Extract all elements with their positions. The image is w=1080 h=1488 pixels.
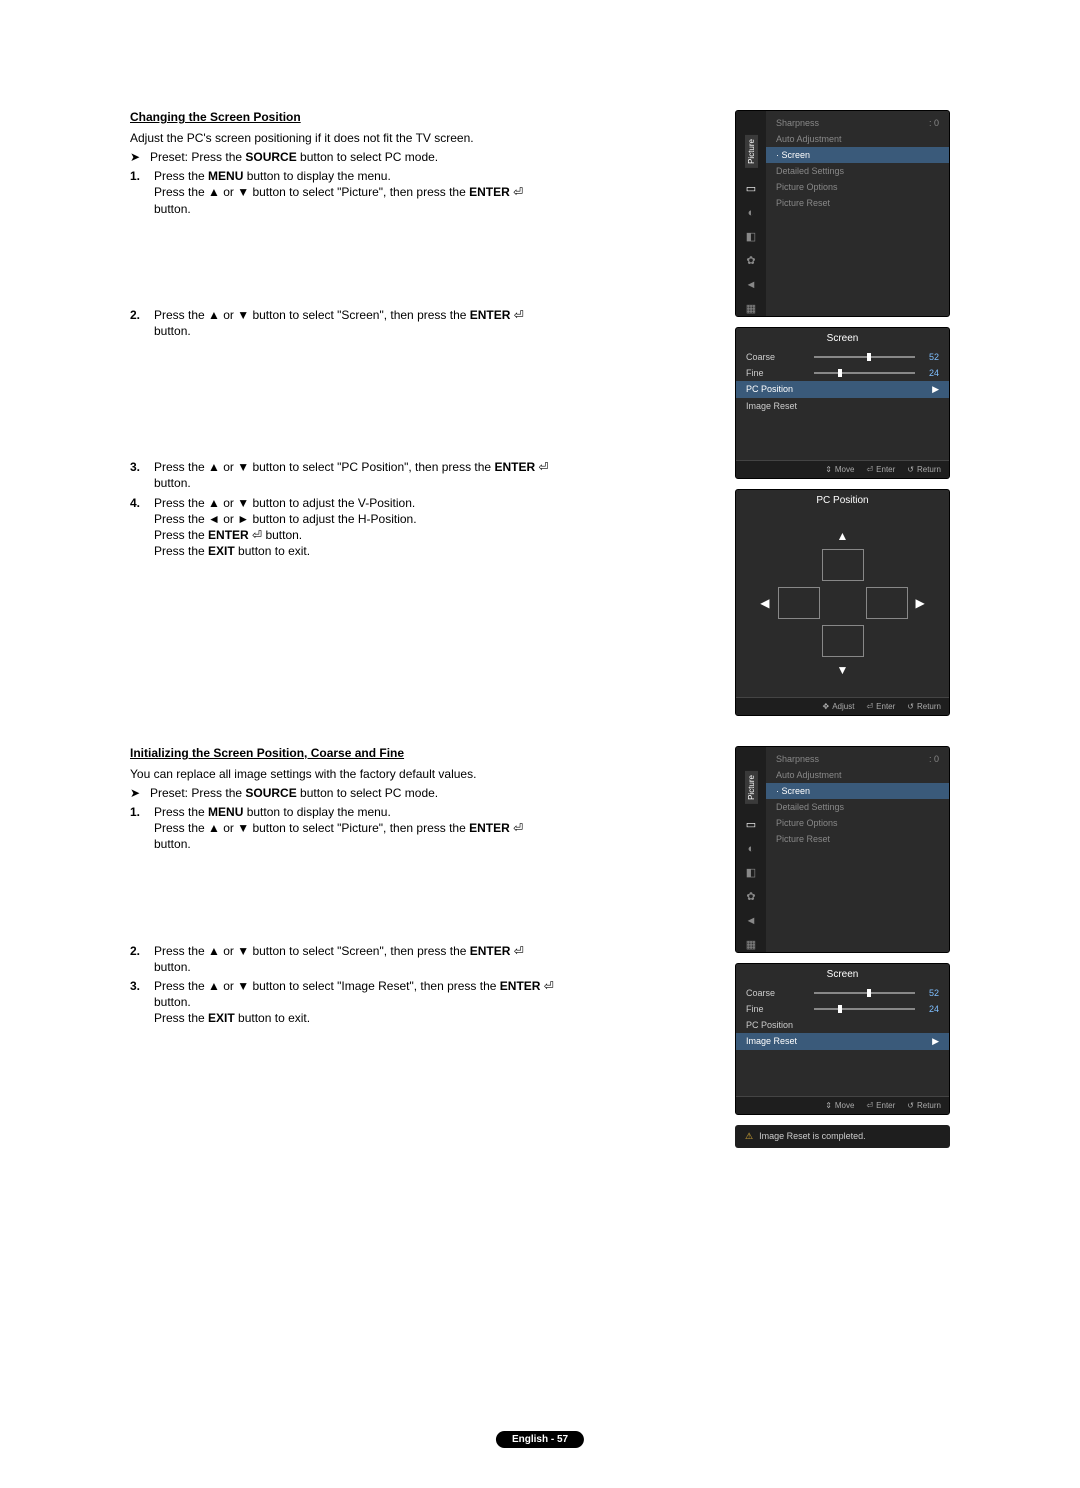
- osd-item-picture-options[interactable]: Picture Options: [766, 815, 949, 831]
- osd-item-auto-adjustment[interactable]: Auto Adjustment: [766, 767, 949, 783]
- section2-step3: 3. Press the ▲ or ▼ button to select "Im…: [130, 978, 590, 1027]
- channel-icon[interactable]: ◧: [744, 230, 758, 244]
- picture-icon[interactable]: ▭: [744, 818, 758, 832]
- app-icon[interactable]: ▦: [744, 302, 758, 316]
- section1-step2: 2. Press the ▲ or ▼ button to select "Sc…: [130, 307, 590, 339]
- input-icon[interactable]: ◄: [744, 914, 758, 928]
- slider-track[interactable]: [814, 992, 915, 994]
- section2-step1: 1. Press the MENU button to display the …: [130, 804, 590, 853]
- arrow-left-icon[interactable]: ◀: [760, 596, 769, 610]
- arrow-right-icon[interactable]: ▶: [916, 596, 925, 610]
- enter-icon: ⏎: [514, 944, 524, 958]
- enter-icon: ⏎: [514, 308, 524, 322]
- osd-fine-slider[interactable]: Fine 24: [736, 1001, 949, 1017]
- osd-screen-title: Screen: [736, 964, 949, 983]
- pcpos-left-rect: [778, 587, 820, 619]
- preset-arrow-icon: ➤: [130, 150, 150, 164]
- channel-icon[interactable]: ◧: [744, 866, 758, 880]
- osd-image-reset[interactable]: Image Reset: [736, 398, 949, 414]
- app-icon[interactable]: ▦: [744, 938, 758, 952]
- osd-image-reset[interactable]: Image Reset ▶: [736, 1033, 949, 1050]
- osd-footer: Move Enter Return: [736, 1096, 949, 1114]
- input-icon[interactable]: ◄: [744, 278, 758, 292]
- section2-step2: 2. Press the ▲ or ▼ button to select "Sc…: [130, 943, 590, 975]
- osd-picture-menu-2: Picture ▭ ◐ ◧ ✿ ◄ ▦ Sharpness: 0 Auto Ad…: [735, 746, 950, 953]
- section1-step3: 3. Press the ▲ or ▼ button to select "PC…: [130, 459, 590, 491]
- section2-preset: ➤ Preset: Press the SOURCE button to sel…: [130, 786, 590, 800]
- osd-item-sharpness[interactable]: Sharpness: 0: [766, 751, 949, 767]
- chevron-right-icon: ▶: [932, 384, 939, 395]
- setup-icon[interactable]: ✿: [744, 890, 758, 904]
- slider-track[interactable]: [814, 356, 915, 358]
- osd-footer: Move Enter Return: [736, 460, 949, 478]
- osd-pc-position[interactable]: PC Position ▶: [736, 381, 949, 398]
- osd-screen-menu-2: Screen Coarse 52 Fine 24 PC Position: [735, 963, 950, 1115]
- pcpos-top-rect: [822, 549, 864, 581]
- enter-icon: ⏎: [513, 185, 523, 199]
- osd-picture-menu-1: Picture ▭ ◐ ◧ ✿ ◄ ▦ Sharpness: 0 Auto Ad…: [735, 110, 950, 317]
- osd-item-picture-options[interactable]: Picture Options: [766, 179, 949, 195]
- osd-screen-menu-1: Screen Coarse 52 Fine 24 PC Position ▶: [735, 327, 950, 479]
- slider-knob[interactable]: [838, 1005, 842, 1013]
- osd-item-picture-reset[interactable]: Picture Reset: [766, 195, 949, 211]
- warning-icon: ⚠: [745, 1131, 753, 1142]
- section1-step1: 1. Press the MENU button to display the …: [130, 168, 590, 217]
- section-initializing: Initializing the Screen Position, Coarse…: [130, 746, 950, 1148]
- sound-icon[interactable]: ◐: [744, 842, 758, 856]
- osd-item-screen[interactable]: Screen: [766, 783, 949, 799]
- osd-screen-title: Screen: [736, 328, 949, 347]
- manual-page: Changing the Screen Position Adjust the …: [0, 0, 1080, 1488]
- osd-item-picture-reset[interactable]: Picture Reset: [766, 831, 949, 847]
- toast-image-reset-completed: ⚠ Image Reset is completed.: [735, 1125, 950, 1148]
- arrow-down-icon[interactable]: ▼: [837, 663, 849, 677]
- osd-sidebar: Picture ▭ ◐ ◧ ✿ ◄ ▦: [736, 111, 766, 316]
- slider-track[interactable]: [814, 1008, 915, 1010]
- section1-intro: Adjust the PC's screen positioning if it…: [130, 130, 590, 146]
- page-number: English - 57: [496, 1431, 584, 1448]
- enter-icon: ⏎: [544, 979, 554, 993]
- osd-pcpos-title: PC Position: [736, 490, 949, 509]
- preset-arrow-icon: ➤: [130, 786, 150, 800]
- slider-knob[interactable]: [867, 989, 871, 997]
- section2-title: Initializing the Screen Position, Coarse…: [130, 746, 590, 760]
- osd-pc-position-panel: PC Position ▲ ◀ ▶ ▼: [735, 489, 950, 716]
- enter-icon: ⏎: [252, 528, 262, 542]
- pcpos-bottom-rect: [822, 625, 864, 657]
- preset-text: Preset: Press the SOURCE button to selec…: [150, 150, 438, 164]
- osd-item-auto-adjustment[interactable]: Auto Adjustment: [766, 131, 949, 147]
- osd-tab-picture[interactable]: Picture: [745, 135, 758, 168]
- slider-track[interactable]: [814, 372, 915, 374]
- osd-pc-position[interactable]: PC Position: [736, 1017, 949, 1033]
- enter-icon: ⏎: [538, 460, 548, 474]
- slider-knob[interactable]: [838, 369, 842, 377]
- section2-intro: You can replace all image settings with …: [130, 766, 590, 782]
- setup-icon[interactable]: ✿: [744, 254, 758, 268]
- sound-icon[interactable]: ◐: [744, 206, 758, 220]
- osd-item-detailed-settings[interactable]: Detailed Settings: [766, 799, 949, 815]
- picture-icon[interactable]: ▭: [744, 182, 758, 196]
- osd-coarse-slider[interactable]: Coarse 52: [736, 985, 949, 1001]
- slider-knob[interactable]: [867, 353, 871, 361]
- chevron-right-icon: ▶: [932, 1036, 939, 1047]
- osd-item-detailed-settings[interactable]: Detailed Settings: [766, 163, 949, 179]
- section1-preset: ➤ Preset: Press the SOURCE button to sel…: [130, 150, 590, 164]
- section1-title: Changing the Screen Position: [130, 110, 590, 124]
- enter-icon: ⏎: [513, 821, 523, 835]
- section1-step4: 4. Press the ▲ or ▼ button to adjust the…: [130, 495, 590, 560]
- osd-footer: Adjust Enter Return: [736, 697, 949, 715]
- osd-item-screen[interactable]: Screen: [766, 147, 949, 163]
- osd-tab-picture[interactable]: Picture: [745, 771, 758, 804]
- preset-text: Preset: Press the SOURCE button to selec…: [150, 786, 438, 800]
- osd-item-sharpness[interactable]: Sharpness: 0: [766, 115, 949, 131]
- osd-coarse-slider[interactable]: Coarse 52: [736, 349, 949, 365]
- osd-sidebar: Picture ▭ ◐ ◧ ✿ ◄ ▦: [736, 747, 766, 952]
- arrow-up-icon[interactable]: ▲: [837, 529, 849, 543]
- section-changing-position: Changing the Screen Position Adjust the …: [130, 110, 950, 726]
- osd-fine-slider[interactable]: Fine 24: [736, 365, 949, 381]
- pcpos-right-rect: [866, 587, 908, 619]
